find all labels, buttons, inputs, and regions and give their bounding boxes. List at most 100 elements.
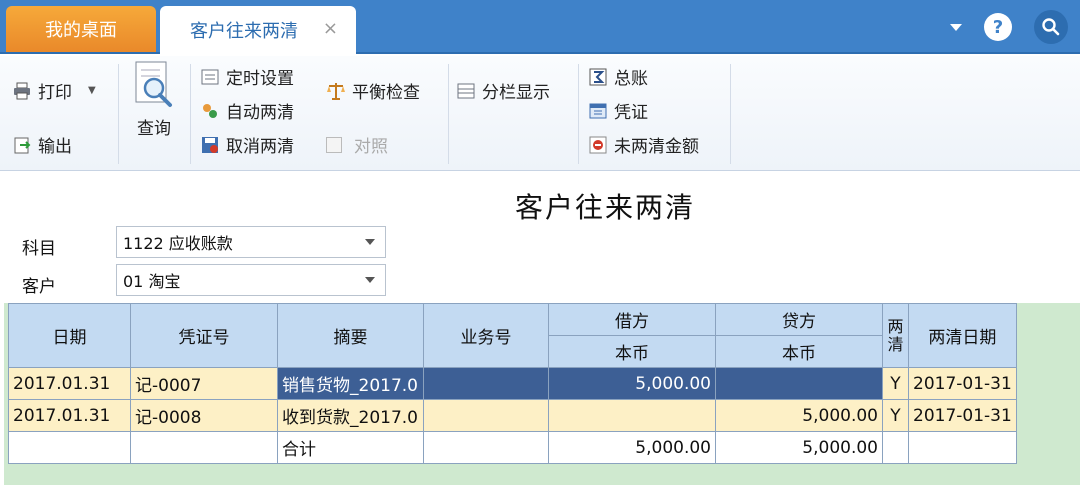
toolbar: 打印 ▼ 输出 查询 定时设置 自动两清 取消两清 平衡检查 对照 分栏显示 总…	[0, 56, 1080, 171]
cell-cleared[interactable]: Y	[882, 399, 909, 432]
list-settings-icon	[201, 69, 219, 84]
split-display-label: 分栏显示	[482, 83, 550, 103]
close-icon[interactable]: ×	[323, 18, 338, 39]
report-title: 客户往来两清	[514, 191, 695, 224]
cell-business-no[interactable]	[423, 367, 549, 400]
top-tab-bar: 我的桌面 客户往来两清 × ?	[0, 0, 1080, 54]
split-display-button[interactable]: 分栏显示	[456, 78, 550, 103]
cell-summary[interactable]: 收到货款_2017.0	[277, 399, 424, 432]
chevron-down-icon	[365, 277, 375, 283]
help-icon[interactable]: ?	[984, 13, 1012, 41]
cancel-clear-button[interactable]: 取消两清	[200, 132, 294, 157]
auto-clear-icon	[203, 103, 217, 118]
cell-credit[interactable]: 5,000.00	[715, 399, 883, 432]
total-label: 合计	[277, 431, 424, 464]
header-credit[interactable]: 贷方	[715, 303, 883, 336]
cell-empty	[423, 431, 549, 464]
columns-icon	[457, 83, 475, 98]
subject-value: 1122 应收账款	[123, 234, 233, 253]
header-summary[interactable]: 摘要	[277, 303, 424, 368]
cell-summary[interactable]: 销售货物_2017.0	[277, 367, 424, 400]
toolbar-divider	[578, 64, 579, 164]
printer-icon	[14, 82, 30, 99]
cell-business-no[interactable]	[423, 399, 549, 432]
subject-label: 科目	[22, 239, 56, 259]
header-business-no[interactable]: 业务号	[423, 303, 549, 368]
print-button[interactable]: 打印 ▼	[12, 78, 96, 103]
header-voucher-no[interactable]: 凭证号	[130, 303, 278, 368]
auto-clear-button[interactable]: 自动两清	[200, 98, 294, 123]
voucher-button[interactable]: 凭证	[588, 98, 648, 123]
clearing-grid-area: 日期 凭证号 摘要 业务号 借方 贷方 两清 两清日期 本币 本币 2017.0…	[4, 303, 1080, 485]
cell-voucher-no[interactable]: 记-0008	[130, 399, 278, 432]
cell-debit[interactable]	[548, 399, 716, 432]
sigma-ledger-icon	[589, 68, 607, 85]
header-credit-currency[interactable]: 本币	[715, 335, 883, 368]
reconcile-checkbox[interactable]: 对照	[326, 132, 388, 157]
scale-icon	[327, 82, 345, 100]
stop-icon	[589, 136, 607, 153]
toolbar-divider	[190, 64, 191, 164]
header-debit[interactable]: 借方	[548, 303, 716, 336]
export-label: 输出	[38, 137, 72, 157]
table-row[interactable]: 2017.01.31 记-0008 收到货款_2017.0 5,000.00 Y…	[8, 399, 1017, 432]
general-ledger-label: 总账	[614, 69, 648, 89]
balance-check-button[interactable]: 平衡检查	[326, 78, 420, 103]
cell-debit[interactable]: 5,000.00	[548, 367, 716, 400]
clearing-table: 日期 凭证号 摘要 业务号 借方 贷方 两清 两清日期 本币 本币 2017.0…	[8, 303, 1017, 464]
tab-my-desktop[interactable]: 我的桌面	[6, 6, 156, 52]
checkbox-icon	[326, 136, 342, 153]
tab-label: 客户往来两清	[190, 21, 298, 42]
print-label: 打印	[38, 83, 72, 103]
customer-select[interactable]: 01 淘宝	[116, 264, 386, 296]
chevron-down-icon	[365, 239, 375, 245]
toolbar-divider	[448, 64, 449, 164]
query-button[interactable]: 查询	[132, 60, 176, 139]
export-icon	[14, 137, 31, 153]
timed-settings-label: 定时设置	[226, 69, 294, 89]
cell-empty	[882, 431, 909, 464]
toolbar-divider	[118, 64, 119, 164]
header-cleared[interactable]: 两清	[882, 303, 909, 368]
customer-label: 客户	[22, 277, 56, 297]
search-icon[interactable]	[1034, 10, 1068, 44]
reconcile-label: 对照	[354, 137, 388, 157]
query-label: 查询	[137, 119, 171, 139]
dropdown-arrow-icon[interactable]	[950, 23, 962, 31]
tab-customer-clearing[interactable]: 客户往来两清 ×	[160, 6, 356, 54]
cell-date[interactable]: 2017.01.31	[8, 367, 131, 400]
auto-clear-label: 自动两清	[226, 103, 294, 123]
voucher-icon	[589, 103, 607, 118]
balance-check-label: 平衡检查	[352, 83, 420, 103]
customer-value: 01 淘宝	[123, 272, 181, 291]
cell-cleared[interactable]: Y	[882, 367, 909, 400]
toolbar-divider	[730, 64, 731, 164]
total-credit: 5,000.00	[715, 431, 883, 464]
uncleared-amount-label: 未两清金额	[614, 137, 699, 157]
chevron-down-icon[interactable]: ▼	[88, 85, 96, 96]
total-row: 合计 5,000.00 5,000.00	[8, 431, 1017, 464]
export-button[interactable]: 输出	[12, 132, 72, 157]
timed-settings-button[interactable]: 定时设置	[200, 64, 294, 89]
cell-empty	[8, 431, 131, 464]
header-clear-date[interactable]: 两清日期	[908, 303, 1017, 368]
cell-empty	[130, 431, 278, 464]
header-debit-currency[interactable]: 本币	[548, 335, 716, 368]
voucher-label: 凭证	[614, 103, 648, 123]
cancel-clear-label: 取消两清	[226, 137, 294, 157]
top-icons: ?	[950, 10, 1068, 44]
magnifier-document-icon	[135, 61, 172, 107]
total-debit: 5,000.00	[548, 431, 716, 464]
cell-empty	[908, 431, 1017, 464]
cell-date[interactable]: 2017.01.31	[8, 399, 131, 432]
subject-select[interactable]: 1122 应收账款	[116, 226, 386, 258]
cell-voucher-no[interactable]: 记-0007	[130, 367, 278, 400]
uncleared-amount-button[interactable]: 未两清金额	[588, 132, 699, 157]
save-cancel-icon	[202, 136, 218, 153]
cell-credit[interactable]	[715, 367, 883, 400]
general-ledger-button[interactable]: 总账	[588, 64, 648, 89]
table-row[interactable]: 2017.01.31 记-0007 销售货物_2017.0 5,000.00 Y…	[8, 367, 1017, 400]
cell-clear-date[interactable]: 2017-01-31	[908, 399, 1017, 432]
cell-clear-date[interactable]: 2017-01-31	[908, 367, 1017, 400]
header-date[interactable]: 日期	[8, 303, 131, 368]
